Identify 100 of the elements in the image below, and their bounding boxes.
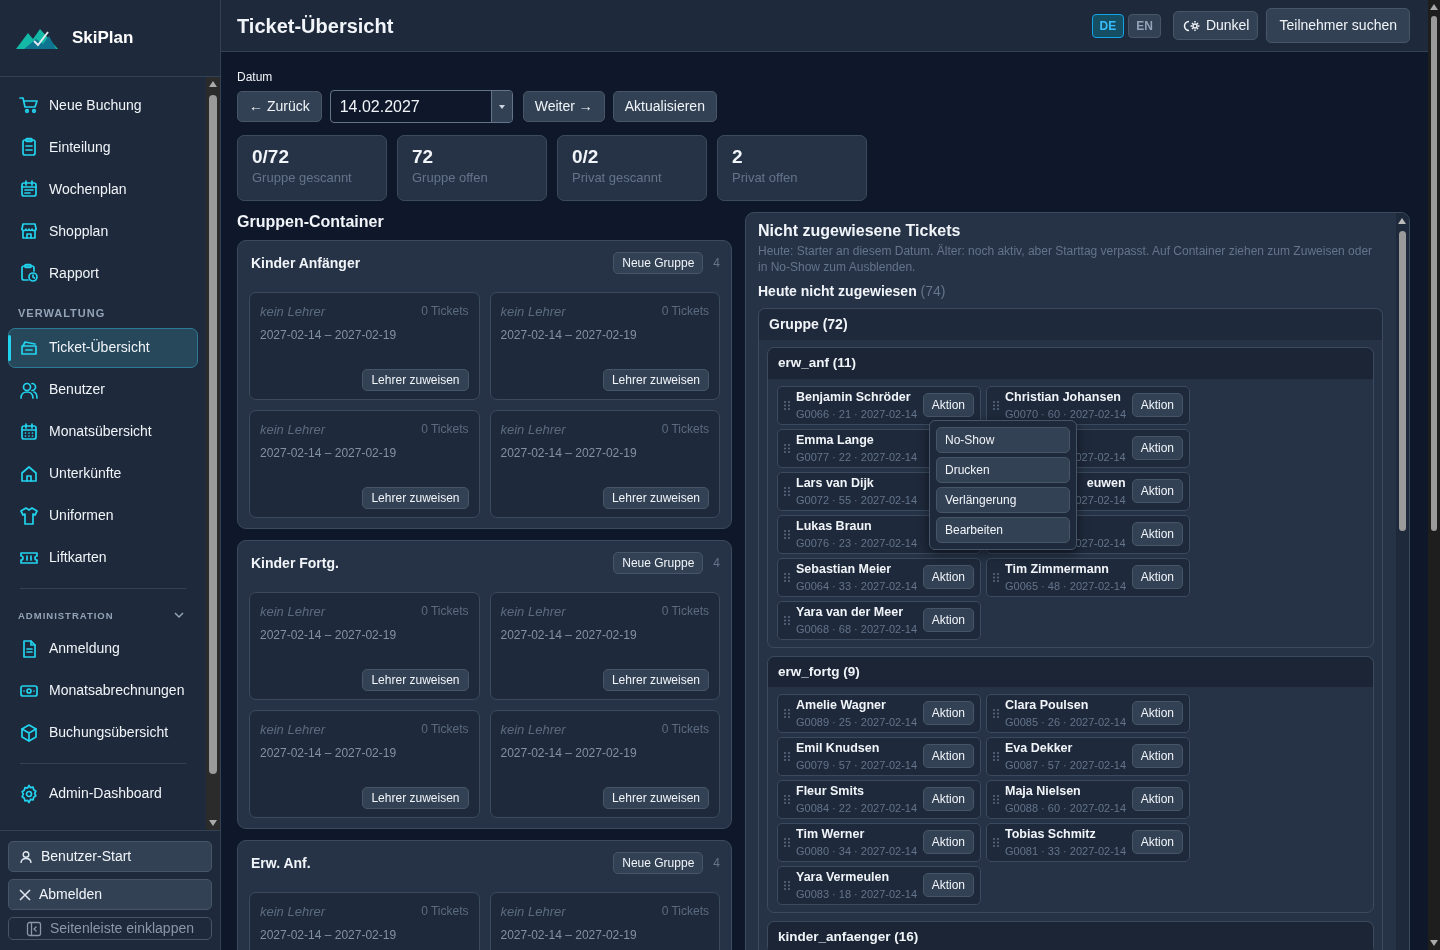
nav-item[interactable]: Monatsübersicht <box>8 411 198 452</box>
action-button[interactable]: Aktion <box>922 787 974 812</box>
ticket-card[interactable]: Tim Zimmermann G0065 · 48 · 2027-02-14 Aktion <box>986 557 1190 597</box>
assign-teacher-button[interactable]: Lehrer zuweisen <box>602 669 709 692</box>
new-group-button[interactable]: Neue Gruppe <box>613 252 704 275</box>
ticket-card[interactable]: Tim Werner G0080 · 34 · 2027-02-14 Aktion <box>777 822 981 862</box>
close-icon <box>19 888 31 901</box>
drag-handle-icon[interactable] <box>784 572 790 582</box>
refresh-button[interactable]: Aktualisieren <box>612 91 717 122</box>
action-button[interactable]: Aktion <box>1131 436 1183 461</box>
action-button[interactable]: Aktion <box>1131 744 1183 769</box>
ticket-card[interactable]: Christian Johansen G0070 · 60 · 2027-02-14 Aktion <box>986 385 1190 425</box>
assign-teacher-button[interactable]: Lehrer zuweisen <box>602 787 709 810</box>
assign-teacher-button[interactable]: Lehrer zuweisen <box>362 669 469 692</box>
menu-item[interactable]: No-Show <box>936 426 1070 453</box>
drag-handle-icon[interactable] <box>993 400 999 410</box>
assign-teacher-button[interactable]: Lehrer zuweisen <box>362 787 469 810</box>
action-button[interactable]: Aktion <box>1131 701 1183 726</box>
nav-item[interactable]: Benutzer <box>8 369 198 410</box>
ticket-card[interactable]: Emil Knudsen G0079 · 57 · 2027-02-14 Aktion <box>777 736 981 776</box>
drag-handle-icon[interactable] <box>784 486 790 496</box>
subsection-count: (74) <box>920 283 946 300</box>
nav-item[interactable]: Liftkarten <box>8 537 198 578</box>
drag-handle-icon[interactable] <box>993 837 999 847</box>
scrollbar[interactable] <box>206 77 220 830</box>
new-group-button[interactable]: Neue Gruppe <box>613 552 704 575</box>
back-button[interactable]: ← Zurück <box>237 91 322 122</box>
teacher-label: kein Lehrer <box>500 421 566 440</box>
drag-handle-icon[interactable] <box>784 794 790 804</box>
new-group-button[interactable]: Neue Gruppe <box>613 852 704 875</box>
language-button[interactable]: DE <box>1091 13 1125 38</box>
drag-handle-icon[interactable] <box>993 572 999 582</box>
group-panel-title: Gruppe (72) <box>759 309 1382 341</box>
language-button[interactable]: EN <box>1128 13 1161 38</box>
menu-item[interactable]: Drucken <box>936 456 1070 483</box>
drag-handle-icon[interactable] <box>993 708 999 718</box>
collapse-sidebar-button[interactable]: Seitenleiste einklappen <box>8 917 212 940</box>
scrollbar[interactable] <box>1428 0 1440 950</box>
assign-teacher-button[interactable]: Lehrer zuweisen <box>362 369 469 392</box>
nav-item[interactable]: Buchungsübersicht <box>8 712 198 753</box>
drag-handle-icon[interactable] <box>784 751 790 761</box>
next-button[interactable]: Weiter → <box>522 91 605 122</box>
action-button[interactable]: Aktion <box>1131 787 1183 812</box>
logout-button[interactable]: Abmelden <box>8 879 212 910</box>
assign-teacher-button[interactable]: Lehrer zuweisen <box>602 369 709 392</box>
menu-item[interactable]: Bearbeiten <box>936 516 1070 543</box>
drag-handle-icon[interactable] <box>784 615 790 625</box>
ticket-card[interactable]: Clara Poulsen G0085 · 26 · 2027-02-14 Aktion <box>986 693 1190 733</box>
nav-item[interactable]: Uniformen <box>8 495 198 536</box>
assign-teacher-button[interactable]: Lehrer zuweisen <box>362 487 469 510</box>
action-button[interactable]: Aktion <box>922 565 974 590</box>
user-start-button[interactable]: Benutzer-Start <box>8 841 212 872</box>
drag-handle-icon[interactable] <box>784 837 790 847</box>
action-button[interactable]: Aktion <box>922 873 974 898</box>
ticket-card[interactable]: Benjamin Schröder G0066 · 21 · 2027-02-14 Aktion <box>777 385 981 425</box>
menu-item[interactable]: Verlängerung <box>936 486 1070 513</box>
ticket-card[interactable]: Yara Vermeulen G0083 · 18 · 2027-02-14 Aktion <box>777 865 981 905</box>
date-picker[interactable]: 14.02.2027 <box>329 90 513 123</box>
chevron-icon[interactable] <box>174 612 184 620</box>
drag-handle-icon[interactable] <box>784 400 790 410</box>
action-button[interactable]: Aktion <box>922 744 974 769</box>
assign-teacher-button[interactable]: Lehrer zuweisen <box>602 487 709 510</box>
nav-item[interactable]: Neue Buchung <box>8 85 198 125</box>
action-button[interactable]: Aktion <box>1131 479 1183 504</box>
nav-item[interactable]: Wochenplan <box>8 169 198 209</box>
action-button[interactable]: Aktion <box>1131 565 1183 590</box>
ticket-card[interactable]: Eva Dekker G0087 · 57 · 2027-02-14 Aktion <box>986 736 1190 776</box>
nav-item[interactable]: Unterkünfte <box>8 453 198 494</box>
drag-handle-icon[interactable] <box>993 794 999 804</box>
nav-item[interactable]: Monatsabrechnungen <box>8 670 198 711</box>
ticket-card[interactable]: Tobias Schmitz G0081 · 33 · 2027-02-14 Aktion <box>986 822 1190 862</box>
drag-handle-icon[interactable] <box>784 529 790 539</box>
drag-handle-icon[interactable] <box>784 443 790 453</box>
action-button[interactable]: Aktion <box>922 701 974 726</box>
nav-item[interactable]: Shopplan <box>8 211 198 251</box>
subsection-title: Heute nicht zugewiesen <box>758 283 917 300</box>
ticket-card[interactable]: Maja Nielsen G0088 · 60 · 2027-02-14 Aktion <box>986 779 1190 819</box>
nav-item[interactable]: Ticket-Übersicht <box>8 327 198 368</box>
nav-item[interactable]: Rapport <box>8 253 198 293</box>
nav-item[interactable]: Anmeldung <box>8 628 198 669</box>
action-button[interactable]: Aktion <box>922 830 974 855</box>
scrollbar[interactable] <box>1396 213 1409 950</box>
theme-button[interactable]: Dunkel <box>1172 11 1259 40</box>
drag-handle-icon[interactable] <box>784 708 790 718</box>
date-field[interactable]: 14.02.2027 <box>330 91 491 122</box>
action-button[interactable]: Aktion <box>1131 393 1183 418</box>
search-participants-button[interactable]: Teilnehmer suchen <box>1266 8 1410 43</box>
ticket-card[interactable]: Yara van der Meer G0068 · 68 · 2027-02-14 Aktion <box>777 600 981 640</box>
ticket-card[interactable]: Fleur Smits G0084 · 22 · 2027-02-14 Aktion <box>777 779 981 819</box>
action-button[interactable]: Aktion <box>922 393 974 418</box>
action-button[interactable]: Aktion <box>1131 522 1183 547</box>
ticket-card[interactable]: Amelie Wagner G0089 · 25 · 2027-02-14 Aktion <box>777 693 981 733</box>
drag-handle-icon[interactable] <box>784 880 790 890</box>
drag-handle-icon[interactable] <box>993 751 999 761</box>
action-button[interactable]: Aktion <box>922 608 974 633</box>
nav-item[interactable]: Admin-Dashboard <box>8 773 198 814</box>
participant-name: Amelie Wagner <box>796 698 886 714</box>
ticket-card[interactable]: Sebastian Meier G0064 · 33 · 2027-02-14 Aktion <box>777 557 981 597</box>
nav-item[interactable]: Einteilung <box>8 127 198 167</box>
action-button[interactable]: Aktion <box>1131 830 1183 855</box>
